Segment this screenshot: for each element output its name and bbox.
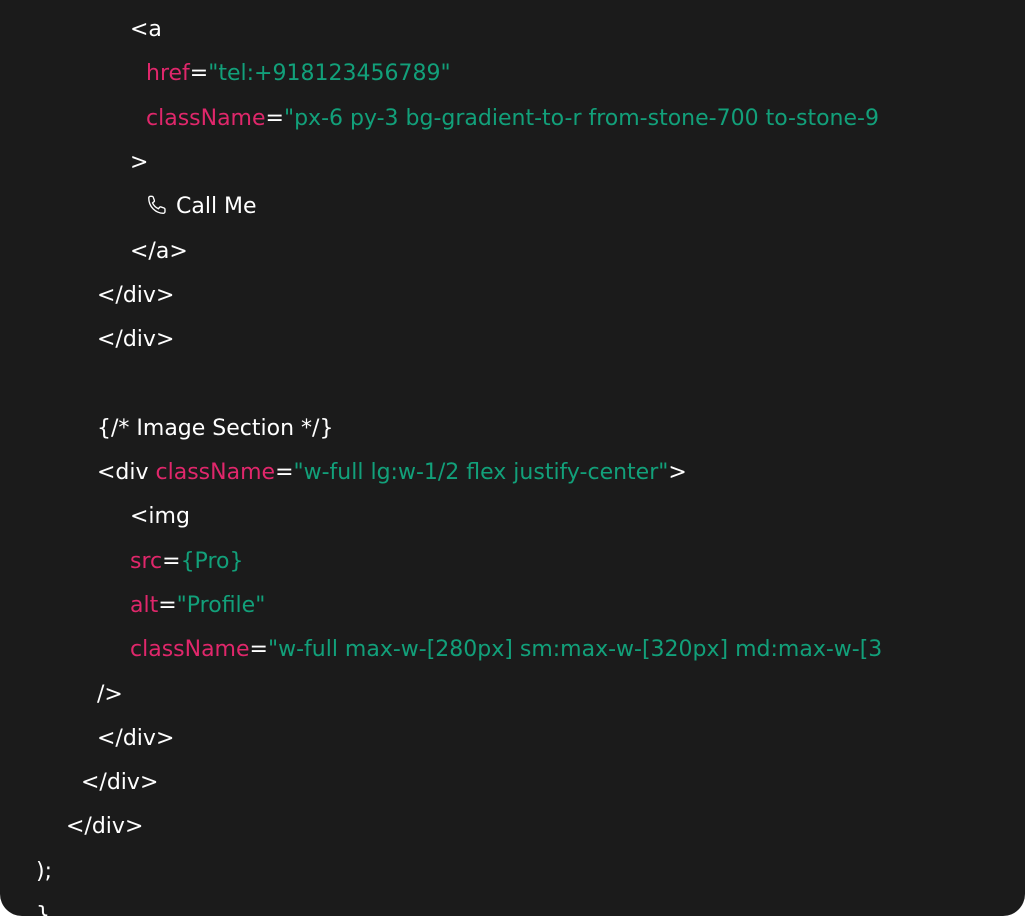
code-text: </div> <box>81 770 159 796</box>
code-block: <a href="tel:+918123456789" className="px-… <box>0 0 1025 916</box>
code-string: "w-full lg:w-1/2 flex justify-center" <box>293 460 669 485</box>
code-text: </div> <box>66 814 144 840</box>
code-text: Call Me <box>176 194 257 220</box>
code-text: = <box>249 637 268 663</box>
code-text: > <box>668 460 687 485</box>
code-line: </div> <box>81 761 158 805</box>
code-line: </div> <box>97 318 174 362</box>
code-text: = <box>189 61 209 87</box>
code-line: </div> <box>66 805 143 849</box>
code-text: <a <box>130 17 162 42</box>
code-string: "w-full max-w-[280px] sm:max-w-[320px] m… <box>267 637 883 663</box>
code-text: {/* Image Section */} <box>97 415 334 441</box>
code-text: = <box>275 460 294 485</box>
code-attribute: className <box>130 637 250 663</box>
phone-icon <box>148 195 166 215</box>
code-attribute: className <box>146 105 266 131</box>
code-line: className="w-full max-w-[280px] sm:max-w… <box>130 628 882 672</box>
code-attribute: alt <box>130 592 159 618</box>
code-text: > <box>130 149 149 175</box>
code-string: {Pro} <box>180 548 244 574</box>
code-line: {/* Image Section */} <box>97 407 333 451</box>
code-string: "px-6 py-3 bg-gradient-to-r from-stone-7… <box>283 105 879 131</box>
code-string: "Profile" <box>176 592 266 618</box>
code-string: "tel:+918123456789" <box>208 61 451 87</box>
code-line: </div> <box>97 274 174 318</box>
code-attribute: className <box>155 460 276 485</box>
code-line: ); <box>36 850 52 894</box>
code-text: = <box>265 105 284 131</box>
code-text: </div> <box>97 725 175 751</box>
code-text: </a> <box>130 238 188 264</box>
code-line: > <box>130 141 148 185</box>
code-line: } <box>36 894 50 916</box>
code-text: <div <box>97 460 156 485</box>
code-text: </div> <box>97 282 175 308</box>
code-line: <a <box>130 8 162 52</box>
code-text: } <box>36 903 50 916</box>
code-attribute: href <box>146 61 190 87</box>
code-line: Call Me <box>146 185 257 229</box>
code-text: = <box>162 548 181 574</box>
code-line: </a> <box>130 230 188 274</box>
code-text: ); <box>36 858 52 884</box>
code-text: /> <box>97 681 123 707</box>
code-attribute: src <box>130 548 163 574</box>
code-text: = <box>158 592 177 618</box>
code-line: href="tel:+918123456789" <box>146 52 451 96</box>
code-line: className="px-6 py-3 bg-gradient-to-r fr… <box>146 97 879 141</box>
code-line: <div className="w-full lg:w-1/2 flex jus… <box>97 451 687 495</box>
code-text: </div> <box>97 327 175 353</box>
code-line: /> <box>97 673 123 717</box>
code-text: <img <box>130 504 190 530</box>
code-line: </div> <box>97 717 174 761</box>
code-line: <img <box>130 495 190 539</box>
code-line: alt="Profile" <box>130 584 265 628</box>
code-line: src={Pro} <box>130 540 243 584</box>
